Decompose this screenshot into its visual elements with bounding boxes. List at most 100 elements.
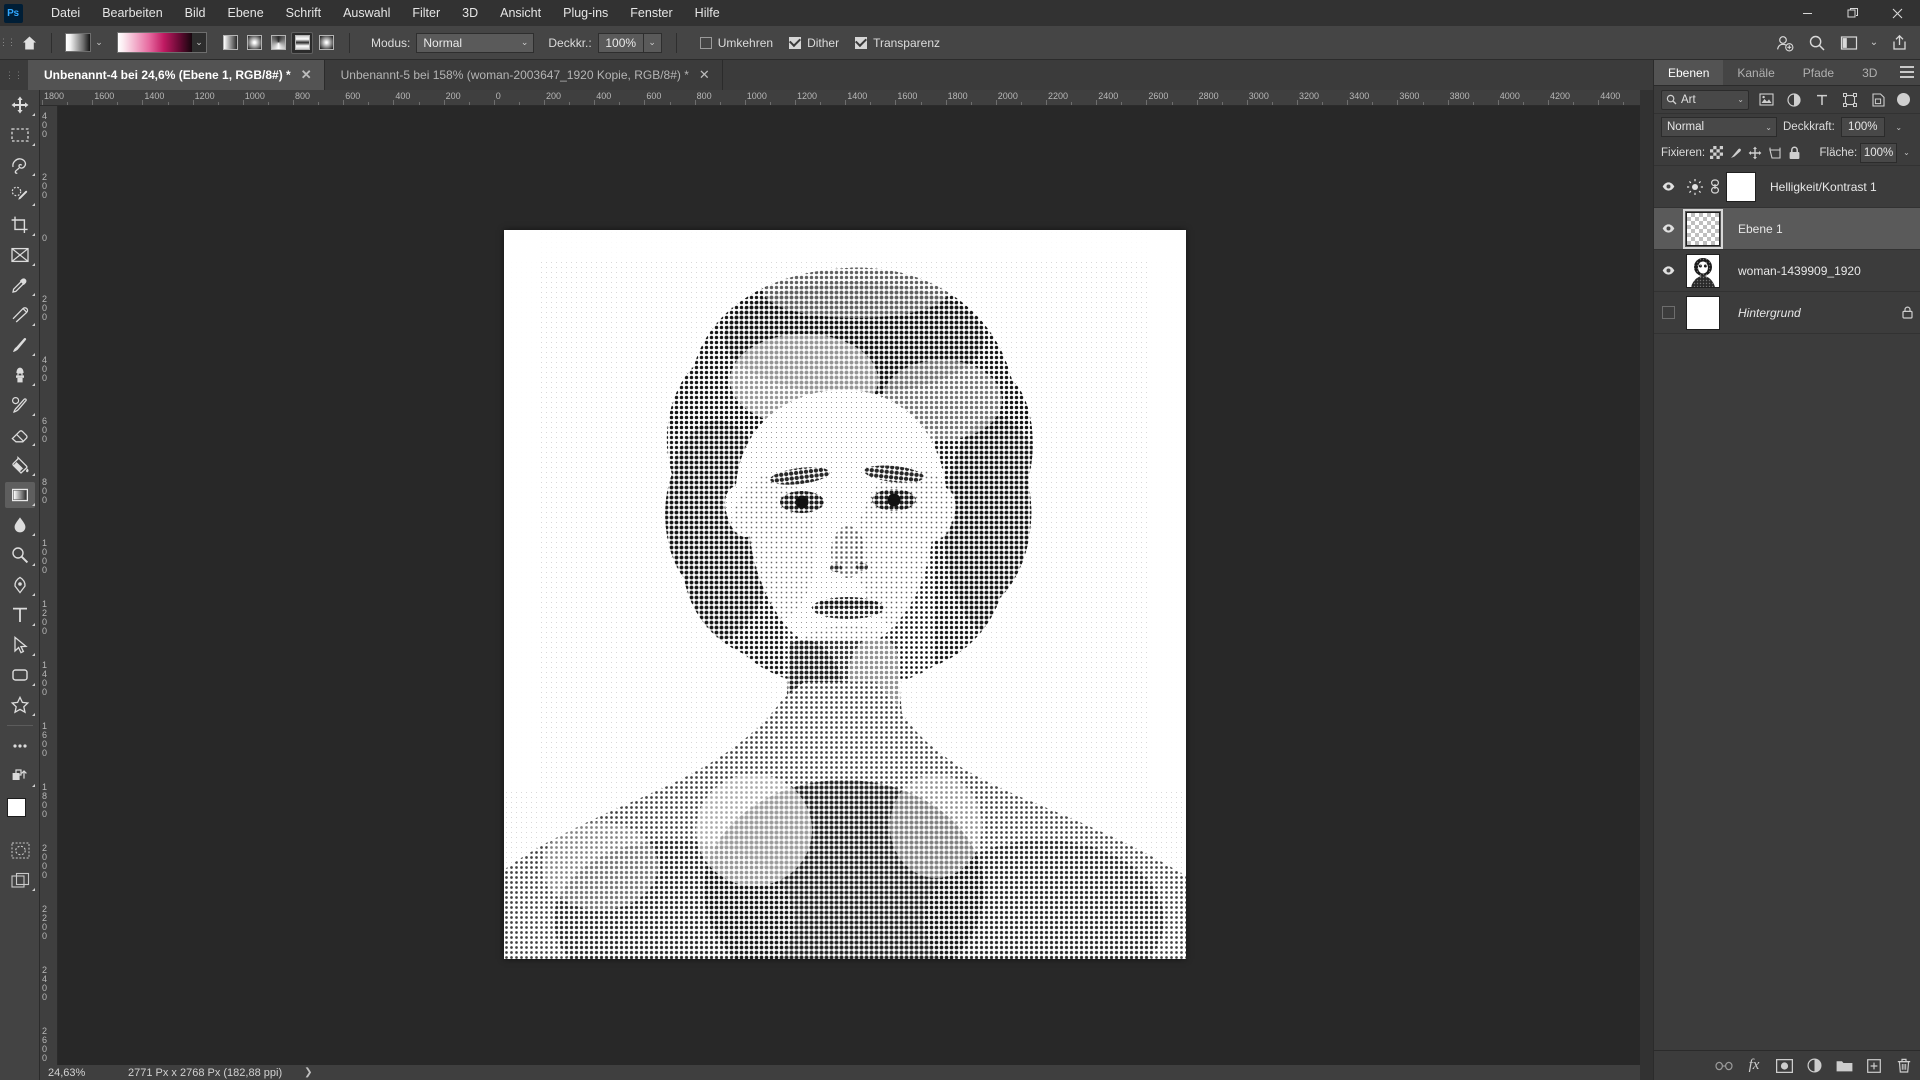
menu-item-bearbeiten[interactable]: Bearbeiten bbox=[91, 0, 173, 26]
panel-menu-icon[interactable] bbox=[1900, 66, 1914, 81]
panel-tab-pfade[interactable]: Pfade bbox=[1789, 60, 1848, 85]
lock-position-icon[interactable] bbox=[1747, 143, 1763, 163]
layer-thumbnail[interactable] bbox=[1682, 250, 1732, 292]
menu-item-filter[interactable]: Filter bbox=[401, 0, 451, 26]
linear-gradient-type[interactable] bbox=[219, 32, 241, 54]
spot-healing-brush-tool[interactable] bbox=[0, 300, 40, 330]
layer-mask-thumbnail[interactable] bbox=[1722, 166, 1764, 208]
menu-item-datei[interactable]: Datei bbox=[40, 0, 91, 26]
edit-toolbar[interactable] bbox=[0, 761, 40, 791]
layer-visibility-toggle[interactable] bbox=[1654, 166, 1682, 208]
menu-item-fenster[interactable]: Fenster bbox=[619, 0, 683, 26]
layer-thumbnail[interactable] bbox=[1682, 208, 1732, 250]
lock-image-pixels-icon[interactable] bbox=[1728, 143, 1744, 163]
smart-object-filter-icon[interactable] bbox=[1867, 90, 1889, 110]
menu-item-plug-ins[interactable]: Plug-ins bbox=[552, 0, 619, 26]
minimize-button[interactable] bbox=[1785, 0, 1830, 26]
vertical-ruler[interactable]: 4002000200400600800100012001400160018002… bbox=[40, 106, 58, 1065]
chevron-down-icon[interactable]: ⌄ bbox=[1866, 30, 1882, 56]
layer-row[interactable]: Hintergrund bbox=[1654, 292, 1920, 334]
brush-tool[interactable] bbox=[0, 330, 40, 360]
layer-visibility-toggle[interactable] bbox=[1654, 208, 1682, 250]
radial-gradient-type[interactable] bbox=[243, 32, 265, 54]
opacity-input[interactable]: 100% bbox=[597, 32, 644, 53]
new-adjustment-layer-icon[interactable] bbox=[1805, 1057, 1823, 1075]
gradient-preset-icon[interactable]: ⌄ bbox=[117, 32, 207, 53]
type-tool[interactable] bbox=[0, 600, 40, 630]
canvas-area[interactable] bbox=[58, 106, 1640, 1065]
blur-tool[interactable] bbox=[0, 510, 40, 540]
tab-bar-grip[interactable]: ⋮⋮ bbox=[0, 60, 28, 90]
reverse-checkbox[interactable]: Umkehren bbox=[699, 36, 773, 50]
chevron-down-icon[interactable]: ⌄ bbox=[192, 37, 206, 48]
pen-tool[interactable] bbox=[0, 570, 40, 600]
horizontal-ruler[interactable]: 1800 1600 1400 1200 1000 800 600 400 200 0 200 400 6… bbox=[40, 90, 1640, 106]
new-layer-icon[interactable] bbox=[1865, 1057, 1883, 1075]
layer-mask-link-icon[interactable] bbox=[1708, 166, 1722, 208]
gradient-swatch-icon[interactable]: ⌄ bbox=[65, 33, 107, 52]
filter-toggle[interactable] bbox=[1897, 93, 1910, 106]
eyedropper-tool[interactable] bbox=[0, 270, 40, 300]
rectangular-marquee-tool[interactable] bbox=[0, 120, 40, 150]
layer-row[interactable]: woman-1439909_1920 bbox=[1654, 250, 1920, 292]
menu-item-3d[interactable]: 3D bbox=[451, 0, 489, 26]
menu-item-ebene[interactable]: Ebene bbox=[217, 0, 275, 26]
frame-tool[interactable] bbox=[0, 240, 40, 270]
search-icon[interactable] bbox=[1802, 30, 1832, 56]
menu-item-hilfe[interactable]: Hilfe bbox=[684, 0, 731, 26]
menu-item-schrift[interactable]: Schrift bbox=[275, 0, 332, 26]
layer-visibility-toggle[interactable] bbox=[1654, 292, 1682, 334]
chevron-down-icon[interactable]: ⌄ bbox=[643, 32, 662, 53]
chevron-down-icon[interactable]: ⌄ bbox=[1900, 143, 1913, 163]
close-button[interactable] bbox=[1875, 0, 1920, 26]
eraser-tool[interactable] bbox=[0, 420, 40, 450]
chevron-down-icon[interactable]: ⌄ bbox=[1891, 117, 1907, 137]
quick-mask-icon[interactable] bbox=[0, 835, 40, 865]
zoom-level[interactable]: 24,63% bbox=[40, 1067, 114, 1079]
layer-row[interactable]: Helligkeit/Kontrast 1 bbox=[1654, 166, 1920, 208]
more-tools[interactable] bbox=[0, 731, 40, 761]
filter-kind-select[interactable]: Art ⌄ bbox=[1661, 89, 1749, 110]
crop-tool[interactable] bbox=[0, 210, 40, 240]
close-icon[interactable]: ✕ bbox=[699, 67, 710, 83]
document-tab[interactable]: Unbenannt-4 bei 24,6% (Ebene 1, RGB/8#) … bbox=[28, 60, 325, 90]
adjustment-filter-icon[interactable] bbox=[1783, 90, 1805, 110]
reflected-gradient-type[interactable] bbox=[291, 31, 313, 54]
screen-mode-icon[interactable] bbox=[0, 865, 40, 895]
custom-shape-tool[interactable] bbox=[0, 690, 40, 720]
panel-tab-ebenen[interactable]: Ebenen bbox=[1654, 60, 1724, 85]
lasso-tool[interactable] bbox=[0, 150, 40, 180]
shape-filter-icon[interactable] bbox=[1839, 90, 1861, 110]
lock-artboard-nesting-icon[interactable] bbox=[1767, 143, 1783, 163]
brightness-contrast-icon[interactable] bbox=[1682, 166, 1708, 208]
options-bar-grip[interactable]: ⋮⋮ bbox=[0, 26, 16, 60]
angle-gradient-type[interactable] bbox=[267, 32, 289, 54]
layer-blend-mode-select[interactable]: Normal ⌄ bbox=[1661, 117, 1777, 137]
status-expand-icon[interactable]: ❯ bbox=[282, 1067, 312, 1078]
lock-transparent-pixels-icon[interactable] bbox=[1708, 143, 1724, 163]
document-canvas[interactable] bbox=[504, 230, 1186, 959]
layer-name[interactable]: Hintergrund bbox=[1732, 306, 1894, 320]
foreground-color-swatch[interactable] bbox=[7, 798, 26, 817]
layer-visibility-toggle[interactable] bbox=[1654, 250, 1682, 292]
home-icon[interactable] bbox=[14, 26, 44, 60]
layer-opacity-input[interactable]: 100% bbox=[1840, 117, 1885, 137]
panel-tab-kan-le[interactable]: Kanäle bbox=[1723, 60, 1788, 85]
share-icon[interactable] bbox=[1884, 30, 1914, 56]
layer-name[interactable]: Helligkeit/Kontrast 1 bbox=[1764, 180, 1894, 194]
user-add-icon[interactable] bbox=[1770, 30, 1800, 56]
color-swatches[interactable] bbox=[0, 795, 40, 835]
lock-all-icon[interactable] bbox=[1786, 143, 1802, 163]
new-group-icon[interactable] bbox=[1835, 1057, 1853, 1075]
dodge-tool[interactable] bbox=[0, 540, 40, 570]
layer-row[interactable]: Ebene 1 bbox=[1654, 208, 1920, 250]
document-tab[interactable]: Unbenannt-5 bei 158% (woman-2003647_1920… bbox=[325, 60, 723, 90]
layer-thumbnail[interactable] bbox=[1682, 292, 1732, 334]
path-selection-tool[interactable] bbox=[0, 630, 40, 660]
maximize-button[interactable] bbox=[1830, 0, 1875, 26]
workspace-icon[interactable] bbox=[1834, 30, 1864, 56]
panel-tab-3d[interactable]: 3D bbox=[1848, 60, 1891, 85]
move-tool[interactable] bbox=[0, 90, 40, 120]
rectangle-tool[interactable] bbox=[0, 660, 40, 690]
paint-bucket-tool[interactable] bbox=[0, 450, 40, 480]
